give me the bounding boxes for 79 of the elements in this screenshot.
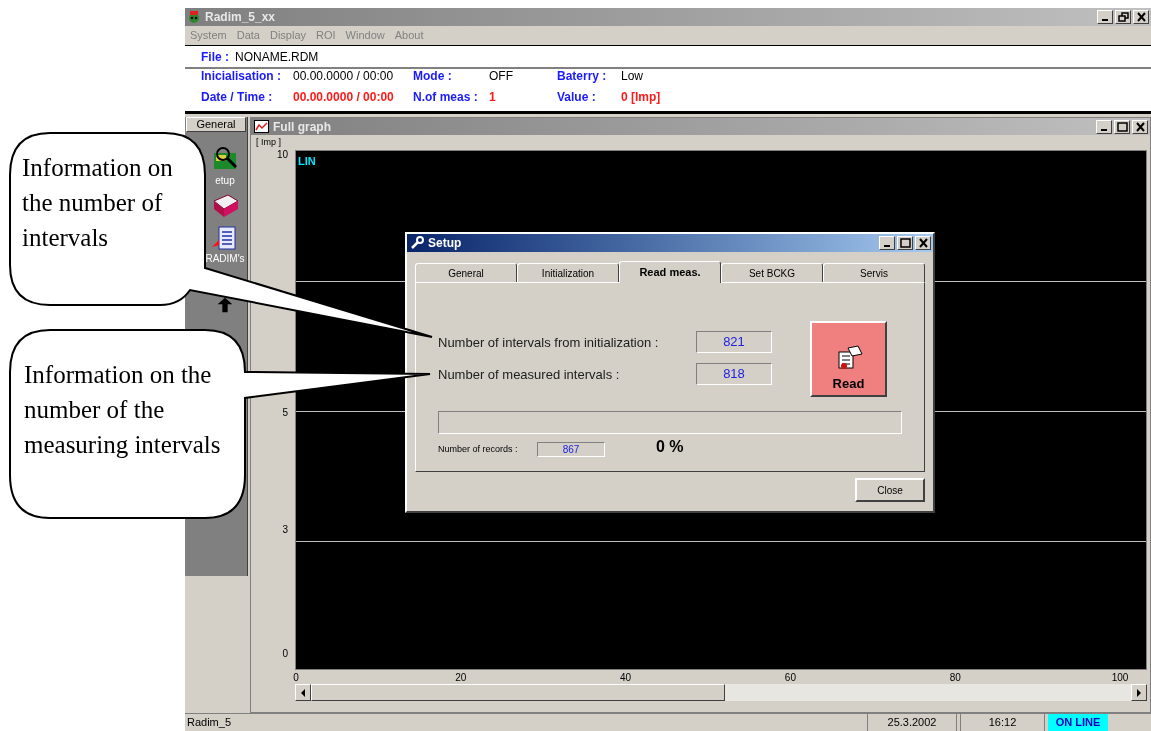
- dialog-tab[interactable]: Initialization: [517, 263, 619, 282]
- minimize-icon: [884, 245, 890, 247]
- left-arrow-icon: [300, 688, 306, 697]
- records-label: Number of records :: [438, 443, 518, 456]
- x-tick-label: 60: [784, 672, 796, 684]
- status-time: 16:12: [960, 713, 1045, 731]
- callout-text: Information on the number of the measuring intervals: [24, 360, 222, 460]
- maximize-icon: [1115, 120, 1129, 133]
- dialog-tab[interactable]: Set BCKG: [721, 263, 823, 282]
- right-arrow-icon: [1136, 688, 1142, 697]
- minimize-icon: [1101, 128, 1107, 131]
- close-button[interactable]: [915, 236, 931, 250]
- sidebar-label[interactable]: etup: [215, 175, 235, 187]
- value-field: 821: [696, 331, 772, 353]
- maximize-button[interactable]: [897, 236, 913, 250]
- horizontal-scrollbar[interactable]: [295, 684, 1147, 701]
- status-date: 25.3.2002: [867, 713, 957, 731]
- dialog-tab[interactable]: General: [415, 263, 517, 282]
- records-field: 867: [537, 442, 605, 457]
- scroll-left-button[interactable]: [295, 684, 311, 701]
- info-label: Mode :: [413, 69, 453, 85]
- close-icon: [1133, 120, 1147, 133]
- info-value: 00.00.0000 / 00:00: [293, 69, 394, 85]
- chart-icon: [254, 120, 269, 133]
- x-tick-label: 20: [455, 672, 467, 684]
- wrench-icon: [410, 236, 424, 250]
- close-button[interactable]: [1133, 10, 1149, 24]
- maximize-button[interactable]: [1114, 119, 1130, 134]
- window-title: Radim_5_xx: [205, 9, 276, 26]
- progress-percent: 0 %: [656, 437, 684, 457]
- scroll-right-button[interactable]: [1131, 684, 1147, 701]
- scroll-thumb[interactable]: [311, 684, 725, 701]
- info-value: Low: [621, 69, 643, 85]
- maximize-icon: [898, 237, 912, 249]
- sidebar-label[interactable]: RADIM's: [205, 253, 245, 265]
- sidebar-tab[interactable]: General: [186, 117, 246, 132]
- y-tick-label: 10: [276, 149, 288, 162]
- minimize-icon: [1102, 19, 1108, 21]
- dialog-tab[interactable]: Servis: [823, 263, 925, 282]
- graph-title: Full graph: [273, 118, 331, 136]
- info-label: N.of meas :: [413, 90, 479, 106]
- x-tick-label: 80: [949, 672, 961, 684]
- read-button[interactable]: Read: [810, 321, 887, 397]
- x-tick-label: 100: [1111, 672, 1129, 684]
- minimize-button[interactable]: [1097, 10, 1113, 24]
- close-button[interactable]: Close: [855, 478, 925, 502]
- info-value: 1: [489, 90, 496, 106]
- info-label: Baterry :: [557, 69, 608, 85]
- restore-icon: [1116, 11, 1130, 23]
- app-icon: [187, 10, 201, 24]
- info-value: OFF: [489, 69, 513, 85]
- file-name: NONAME.RDM: [235, 48, 319, 66]
- value-field: 818: [696, 363, 772, 385]
- axis-unit: [ Imp ]: [256, 136, 281, 149]
- y-tick-label: 3: [282, 523, 288, 536]
- info-label: Value :: [557, 90, 597, 106]
- y-tick-label: 0: [282, 648, 288, 661]
- info-label: Date / Time :: [201, 90, 274, 106]
- info-value: 0 [Imp]: [621, 90, 661, 106]
- minimize-button[interactable]: [1096, 119, 1112, 134]
- scale-mode: LIN: [298, 154, 316, 169]
- dialog-title: Setup: [428, 235, 462, 252]
- restore-button[interactable]: [1115, 10, 1131, 24]
- close-icon: [916, 237, 930, 249]
- minimize-button[interactable]: [879, 236, 895, 250]
- info-label: Inicialisation :: [201, 69, 282, 85]
- field-label: Number of measured intervals :: [438, 366, 620, 384]
- status-text: Radim_5: [186, 715, 233, 731]
- dialog-tab[interactable]: Read meas.: [619, 261, 721, 283]
- info-value: 00.00.0000 / 00:00: [293, 90, 394, 106]
- file-label: File :: [201, 48, 229, 66]
- x-tick-label: 0: [293, 672, 299, 684]
- connection-status: ON LINE: [1048, 714, 1108, 731]
- y-tick-label: 5: [282, 406, 288, 419]
- callout-text: Information on the number of intervals: [22, 153, 174, 253]
- close-icon: [1134, 11, 1148, 23]
- close-button[interactable]: [1132, 119, 1148, 134]
- field-label: Number of intervals from initialization :: [438, 334, 659, 352]
- x-tick-label: 40: [620, 672, 632, 684]
